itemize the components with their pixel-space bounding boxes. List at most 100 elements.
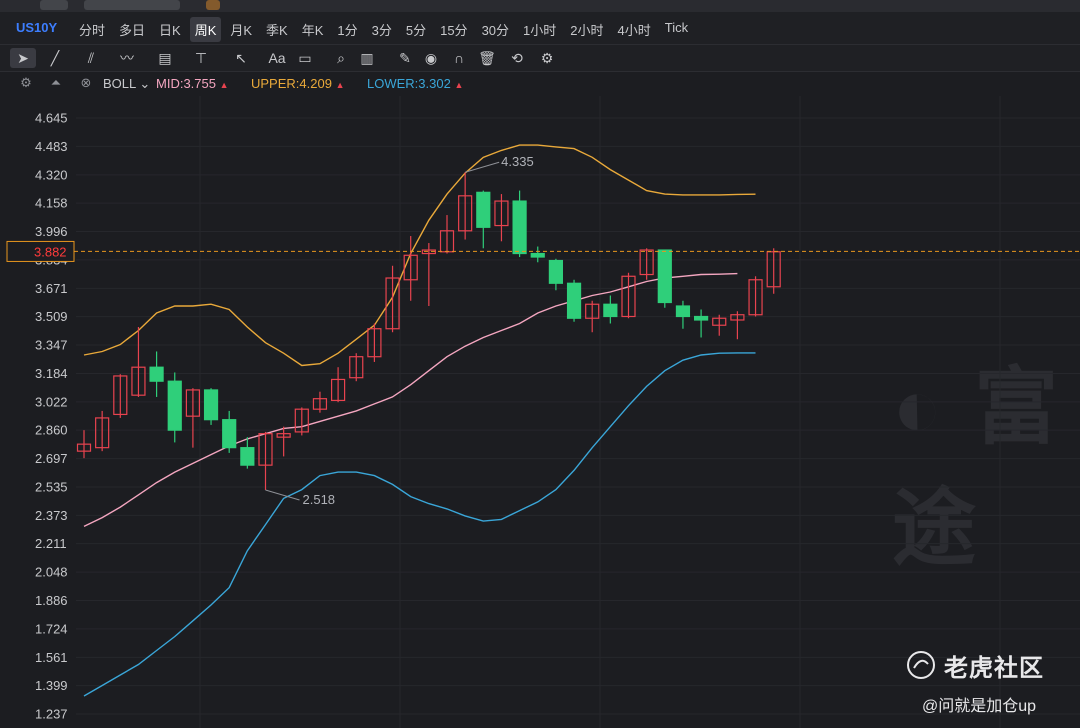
stats-icon[interactable]: ▥	[354, 48, 380, 68]
period-tab-13[interactable]: 2小时	[565, 17, 608, 42]
indicator-bar: ⚙ ⏶ ⊗ BOLL ⌄ MID:3.755 ▲ UPPER:4.209 ▲ L…	[0, 72, 1080, 96]
boll-upper-line	[83, 144, 756, 367]
candle-body-5[interactable]	[167, 380, 182, 431]
candle-body-33[interactable]	[675, 305, 691, 318]
top-window-strip	[0, 0, 1080, 12]
price-tick-1: 4.483	[35, 139, 68, 154]
current-price-value: 3.882	[34, 244, 67, 259]
measure-icon[interactable]: ⊤	[188, 48, 214, 68]
candle-body-29[interactable]	[603, 303, 618, 318]
price-tick-7: 3.509	[35, 309, 68, 324]
period-tab-2[interactable]: 日K	[154, 17, 186, 42]
period-tab-8[interactable]: 3分	[367, 17, 397, 42]
candle-body-9[interactable]	[240, 447, 255, 466]
brand-text: 老虎社区	[944, 654, 1044, 682]
period-tab-9[interactable]: 5分	[401, 17, 431, 42]
author-tag: @问就是加仓up	[922, 698, 1037, 715]
period-tab-5[interactable]: 季K	[261, 17, 293, 42]
price-tick-10: 3.022	[35, 394, 68, 409]
candle-body-24[interactable]	[512, 200, 527, 255]
drawing-toolbar: ➤ ╱ ⫽ 〰 ▤ ⊤ ↖ Aa ▭ ⌕ ▥ ✎ ◉ ∩ 🗑 ⟲ ⚙	[0, 45, 1080, 72]
price-tick-16: 2.048	[35, 565, 68, 580]
indicator-settings-gear-icon[interactable]: ⚙	[18, 75, 34, 91]
high-marker-line	[465, 161, 500, 173]
indicator-close-icon[interactable]: ⊗	[78, 75, 94, 91]
price-tick-13: 2.535	[35, 480, 68, 495]
candle-body-22[interactable]	[476, 191, 491, 228]
community-watermark: 老虎社区	[906, 650, 1066, 682]
line-icon[interactable]: ╱	[42, 48, 68, 68]
trash-icon[interactable]: 🗑	[474, 48, 500, 68]
price-tick-9: 3.184	[35, 366, 68, 381]
up-triangle-icon: ▲	[335, 80, 345, 90]
price-tick-18: 1.724	[35, 621, 68, 636]
candle-body-25[interactable]	[530, 252, 545, 258]
price-tick-6: 3.671	[35, 281, 68, 296]
text-icon[interactable]: Aa	[264, 48, 290, 68]
price-tick-14: 2.373	[35, 508, 68, 523]
boll-upper-value: UPPER:4.209 ▲	[251, 76, 345, 91]
period-tab-12[interactable]: 1小时	[518, 17, 561, 42]
up-triangle-icon: ▲	[454, 80, 464, 90]
tiger-logo-icon	[907, 651, 935, 679]
pointer-icon[interactable]: ➤	[10, 48, 36, 68]
high-price-label: 4.335	[501, 154, 534, 169]
price-tick-3: 4.158	[35, 196, 68, 211]
window-title-blurred	[84, 0, 180, 10]
period-tab-0[interactable]: 分时	[74, 17, 110, 42]
candle-body-34[interactable]	[693, 315, 709, 321]
period-tabs: 分时 多日 日K 周K 月K 季K 年K 1分 3分 5分 15分 30分 1小时 2小时 4小时 Tick	[74, 17, 697, 42]
period-tab-11[interactable]: 30分	[477, 17, 514, 42]
price-tick-2: 4.320	[35, 167, 68, 182]
symbol-label[interactable]: US10Y	[16, 20, 57, 35]
price-tick-20: 1.399	[35, 678, 68, 693]
price-tick-19: 1.561	[35, 650, 68, 665]
boll-lower-line	[83, 352, 756, 697]
candlestick-chart[interactable]: 4.6454.4834.3204.1583.9963.8343.6713.509…	[0, 96, 1080, 728]
price-tick-0: 4.645	[35, 111, 68, 126]
sync-icon[interactable]: ⟲	[504, 48, 530, 68]
boll-mid-value: MID:3.755 ▲	[156, 76, 229, 91]
tab-badge-icon	[206, 0, 220, 10]
app-logo-icon	[40, 0, 68, 10]
price-tick-15: 2.211	[35, 536, 67, 551]
candle-body-32[interactable]	[657, 249, 672, 304]
candle-body-8[interactable]	[222, 419, 237, 449]
eye-icon[interactable]: ◉	[418, 48, 444, 68]
period-tab-1[interactable]: 多日	[114, 17, 150, 42]
price-tick-4: 3.996	[35, 224, 68, 239]
zoom-icon[interactable]: ⌕	[328, 48, 354, 68]
boll-mid-line	[83, 272, 738, 528]
candle-body-27[interactable]	[566, 282, 582, 319]
up-triangle-icon: ▲	[219, 80, 229, 90]
candle-body-26[interactable]	[548, 259, 564, 284]
period-tab-14[interactable]: 4小时	[613, 17, 656, 42]
fib-icon[interactable]: ▤	[152, 48, 178, 68]
low-price-label: 2.518	[303, 492, 336, 507]
channel-icon[interactable]: ⫽	[78, 48, 104, 68]
indicator-name[interactable]: BOLL ⌄	[103, 76, 150, 92]
price-tick-8: 3.347	[35, 337, 68, 352]
arrow-icon[interactable]: ↖	[228, 48, 254, 68]
pen-icon[interactable]: ✎	[392, 48, 418, 68]
period-tab-15[interactable]: Tick	[660, 17, 693, 42]
period-bar: US10Y 分时 多日 日K 周K 月K 季K 年K 1分 3分 5分 15分 30分 1小时 2小时 4小…	[0, 12, 1080, 45]
price-tick-17: 1.886	[35, 593, 68, 608]
period-tab-4[interactable]: 月K	[225, 17, 257, 42]
period-tab-7[interactable]: 1分	[332, 17, 362, 42]
candle-body-7[interactable]	[203, 389, 219, 421]
indicator-collapse-icon[interactable]: ⏶	[48, 75, 64, 91]
candle-body-4[interactable]	[149, 366, 164, 382]
wave-icon[interactable]: 〰	[114, 48, 140, 68]
boll-lower-value: LOWER:3.302 ▲	[367, 76, 464, 91]
price-tick-11: 2.860	[35, 423, 68, 438]
comment-icon[interactable]: ▭	[292, 48, 318, 68]
magnet-icon[interactable]: ∩	[446, 48, 472, 68]
period-tab-10[interactable]: 15分	[435, 17, 472, 42]
period-tab-3[interactable]: 周K	[189, 17, 222, 42]
low-marker-line	[265, 489, 300, 501]
gear-icon[interactable]: ⚙	[534, 48, 560, 68]
price-tick-12: 2.697	[35, 451, 68, 466]
period-tab-6[interactable]: 年K	[297, 17, 329, 42]
price-tick-21: 1.237	[35, 707, 68, 722]
